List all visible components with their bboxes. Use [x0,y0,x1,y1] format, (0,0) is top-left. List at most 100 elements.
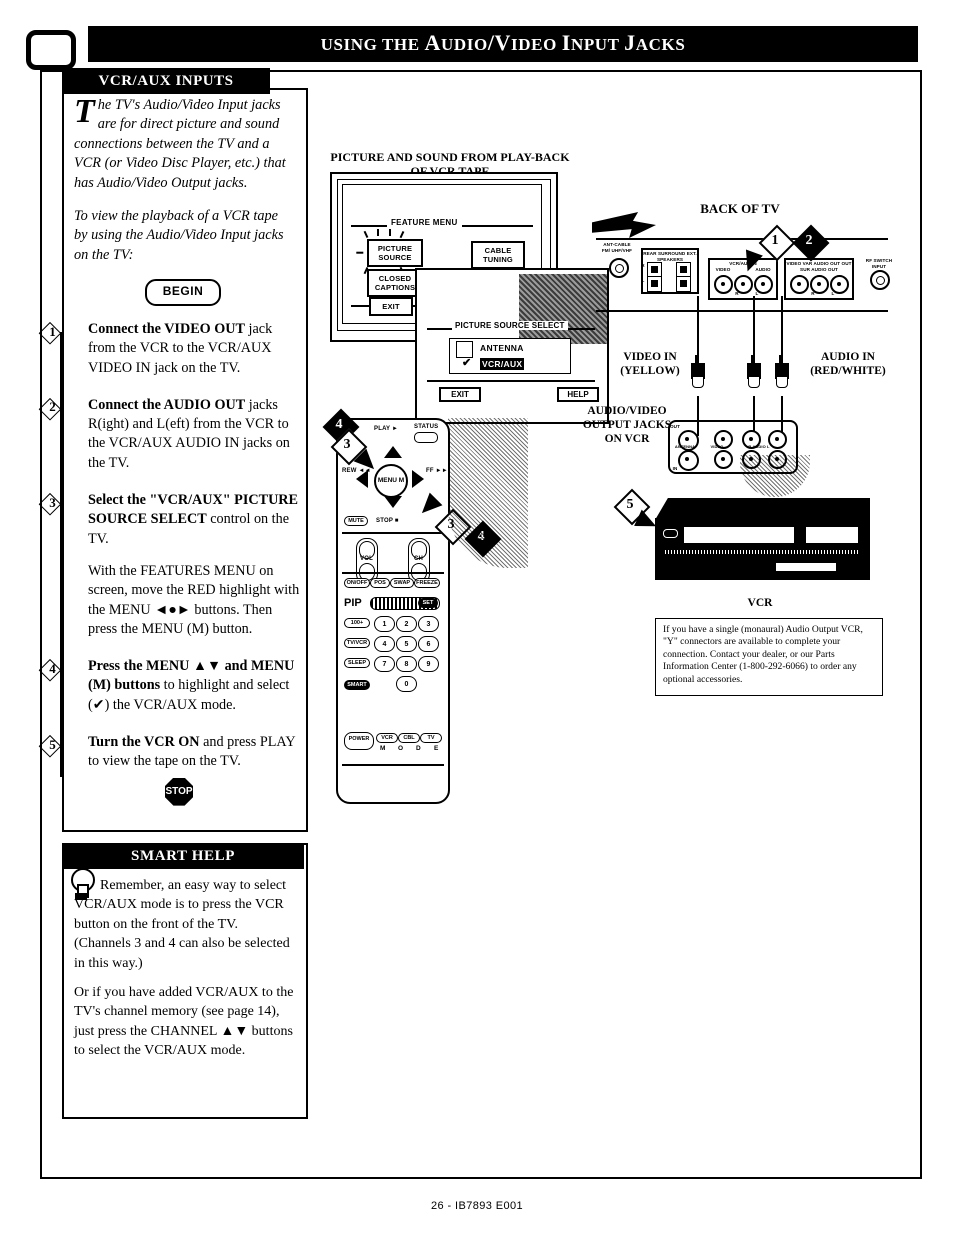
step-number-diamond: 5 [38,734,63,758]
remote-mute-button[interactable]: MUTE [344,516,368,526]
remote-play-label: PLAY ► [374,426,399,432]
rf-switch-label: RF SWITCH INPUT [865,258,893,269]
callout-marker-1: 1 [758,224,796,262]
pip-swap-button[interactable]: SWAP [390,578,414,588]
remote-number-keypad: 100+ TV/VCR SLEEP SMART 1 2 3 4 5 6 7 8 … [344,616,442,730]
intro-paragraph-1: he TV's Audio/Video Input jacks are for … [74,97,286,191]
menu-button-cable-tuning[interactable]: CABLE TUNING [471,241,525,269]
step-text: Connect the AUDIO OUT jacks R(ight) and … [58,396,300,473]
pip-onoff-button[interactable]: ON/OFF [344,578,370,588]
vcr-tape-slot [683,526,795,544]
speaker-label-r: R [641,263,645,268]
step-item: 1 Connect the VIDEO OUT jack from the VC… [38,320,300,378]
vcr-button-strip [665,550,860,554]
remote-power-button[interactable]: POWER [344,732,374,750]
remote-divider [342,764,444,766]
vcr-control-bar [775,562,837,572]
key-8[interactable]: 8 [396,656,417,672]
step-number-diamond: 3 [38,492,63,516]
step-bold: Connect the VIDEO OUT [88,321,245,337]
key-4[interactable]: 4 [374,636,395,652]
popup-exit-button[interactable]: EXIT [439,387,481,402]
instructions-heading: VCR/AUX INPUTS [62,68,270,94]
steps-list: 1 Connect the VIDEO OUT jack from the VC… [38,320,300,818]
rca-plug-audio-l [775,355,789,389]
remote-smart-button[interactable]: SMART [344,680,370,690]
intro-paragraph-2: To view the playback of a VCR tape by us… [74,208,284,263]
step-text: Select the "VCR/AUX" PICTURE SOURCE SELE… [58,491,300,549]
vcr-knob-icon[interactable] [663,529,678,538]
remote-sleep-button[interactable]: SLEEP [344,658,370,668]
tv-back-edge-top [596,238,888,240]
option-antenna[interactable]: ANTENNA [480,343,524,353]
mode-letter-d: D [416,745,421,752]
rf-connector-icon[interactable] [870,270,890,290]
mode-letter-e: E [434,745,439,752]
remote-100plus-button[interactable]: 100+ [344,618,370,628]
popup-rule-bottom [427,380,595,382]
mode-cbl-button[interactable]: CBL [398,733,420,743]
vcr-antenna-out-label: OUT [670,424,680,429]
step-subtext: With the FEATURES MENU on screen, move t… [88,562,300,637]
menu-up-arrow-icon[interactable] [384,446,402,458]
pip-freeze-button[interactable]: FREEZE [414,578,440,588]
remote-divider [342,572,444,574]
key-9[interactable]: 9 [418,656,439,672]
rf-switch-group: RF SWITCH INPUT [862,258,896,290]
remote-pip-label: PIP [344,597,362,609]
drop-cap: T [74,93,95,130]
intro-text: The TV's Audio/Video Input jacks are for… [74,93,292,306]
note-box: If you have a single (monaural) Audio Ou… [655,618,883,696]
key-6[interactable]: 6 [418,636,439,652]
audio-out-label: VIDEO VAR AUDIO OUT OUT SUR AUDIO OUT [786,261,852,272]
page-footer: 26 - IB7893 E001 [430,1200,524,1212]
option-vcr-aux[interactable]: VCR/AUX [480,358,525,370]
smart-help-paragraph-2: Or if you have added VCR/AUX to the TV's… [74,985,294,1059]
speaker-label-l: L [641,278,645,283]
remote-vol-label: VOL [360,556,373,562]
antenna-jack-label: ANT-CABLE FM/ UHF/VHF [601,242,633,253]
mode-vcr-button[interactable]: VCR [376,733,398,743]
vcr-front-panel [655,518,870,580]
checkmark-icon: ✔ [462,357,472,369]
pip-pos-button[interactable]: POS [370,578,390,588]
remote-divider [342,532,444,534]
picture-source-select-popup: PICTURE SOURCE SELECT ANTENNA ✔ VCR/AUX … [415,268,609,424]
key-5[interactable]: 5 [396,636,417,652]
mode-tv-button[interactable]: TV [420,733,442,743]
speaker-terminal[interactable] [676,276,691,292]
tv-static-image [519,274,607,344]
step-bold: Turn the VCR ON [88,734,200,751]
callout-marker-2: 2 [792,224,830,262]
vcr-audio-label: R AUDIO L [748,444,770,449]
remote-stop-label: STOP ■ [376,518,399,524]
menu-button-picture-source[interactable]: PICTURE SOURCE [367,239,423,267]
menu-button-exit[interactable]: EXIT [369,297,413,316]
step-number-diamond: 2 [38,397,63,421]
key-0[interactable]: 0 [396,676,417,692]
remote-menu-button[interactable]: MENU M [374,464,408,498]
step-item: 2 Connect the AUDIO OUT jacks R(ight) an… [38,396,300,473]
pip-set-button[interactable]: SET [418,598,438,608]
remote-ch-label: CH [414,556,424,562]
key-7[interactable]: 7 [374,656,395,672]
popup-title: PICTURE SOURCE SELECT [452,321,568,330]
popup-help-button[interactable]: HELP [557,387,599,402]
step-text: Press the MENU ▲▼ and MENU (M) buttons t… [58,657,300,715]
menu-right-arrow-icon[interactable] [412,470,424,488]
key-2[interactable]: 2 [396,616,417,632]
remote-pip-slider: PIP SET [344,596,440,611]
vcr-caption: VCR [747,597,773,609]
remote-tvvcr-button[interactable]: TV/VCR [344,638,370,648]
step-number-diamond: 1 [38,321,63,345]
remote-status-label: STATUS [414,424,439,430]
step-text: Turn the VCR ON and press PLAY to view t… [58,733,300,772]
step-number-diamond: 4 [38,658,63,682]
key-1[interactable]: 1 [374,616,395,632]
mode-letter-o: O [398,745,404,752]
vcr-in-row-label: IN [672,466,678,471]
rca-plug-audio-r [747,355,761,389]
key-3[interactable]: 3 [418,616,439,632]
picture-source-option-list: ANTENNA ✔ VCR/AUX [449,338,571,374]
tv-screen-icon [26,30,76,70]
